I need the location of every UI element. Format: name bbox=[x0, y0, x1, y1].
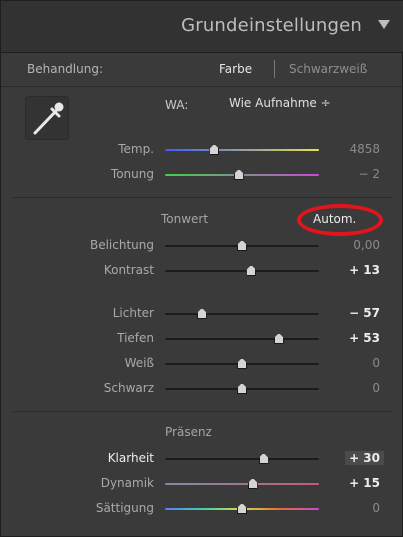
slider-exposure: Belichtung 0,00 bbox=[1, 235, 403, 257]
section-divider bbox=[13, 411, 393, 412]
slider-thumb[interactable] bbox=[237, 240, 247, 251]
slider-value[interactable]: + 15 bbox=[349, 476, 380, 490]
panel-header[interactable]: Grundeinstellungen bbox=[1, 1, 403, 53]
treatment-color-option[interactable]: Farbe bbox=[219, 62, 252, 76]
slider-shadows: Tiefen + 53 bbox=[1, 328, 403, 350]
slider-track[interactable] bbox=[165, 240, 319, 251]
slider-thumb[interactable] bbox=[209, 144, 220, 155]
slider-temp: Temp. 4858 bbox=[1, 139, 403, 161]
slider-thumb[interactable] bbox=[233, 169, 244, 180]
slider-highlights: Lichter − 57 bbox=[1, 303, 403, 325]
slider-label: Sättigung bbox=[95, 501, 154, 515]
slider-value[interactable]: 0,00 bbox=[353, 238, 380, 252]
slider-value[interactable]: 0 bbox=[372, 501, 380, 515]
slider-clarity: Klarheit + 30 bbox=[1, 448, 403, 470]
slider-thumb[interactable] bbox=[273, 333, 284, 344]
slider-track[interactable] bbox=[165, 144, 319, 155]
section-divider bbox=[13, 197, 393, 198]
slider-label: Tonung bbox=[110, 167, 154, 181]
slider-label: Kontrast bbox=[103, 263, 154, 277]
slider-track[interactable] bbox=[165, 383, 319, 394]
slider-value[interactable]: 4858 bbox=[349, 142, 380, 156]
slider-tint: Tonung − 2 bbox=[1, 164, 403, 186]
eyedropper-icon bbox=[33, 102, 64, 135]
slider-label: Temp. bbox=[118, 142, 154, 156]
slider-contrast: Kontrast + 13 bbox=[1, 260, 403, 282]
slider-track[interactable] bbox=[165, 169, 319, 180]
slider-value[interactable]: + 30 bbox=[345, 451, 384, 465]
slider-saturation: Sättigung 0 bbox=[1, 498, 403, 520]
slider-track[interactable] bbox=[165, 478, 319, 489]
slider-thumb[interactable] bbox=[258, 453, 269, 464]
slider-thumb[interactable] bbox=[237, 503, 247, 514]
highlight-circle-annotation bbox=[297, 204, 383, 236]
slider-value[interactable]: + 53 bbox=[349, 331, 380, 345]
slider-label: Klarheit bbox=[107, 451, 154, 465]
slider-thumb[interactable] bbox=[237, 358, 247, 369]
basic-panel: Grundeinstellungen Behandlung: Farbe Sch… bbox=[0, 0, 403, 537]
treatment-label: Behandlung: bbox=[27, 62, 104, 76]
slider-track[interactable] bbox=[165, 308, 319, 319]
slider-value[interactable]: − 57 bbox=[349, 306, 380, 320]
slider-label: Weiß bbox=[124, 356, 154, 370]
slider-thumb[interactable] bbox=[247, 478, 258, 489]
slider-track[interactable] bbox=[165, 503, 319, 514]
white-balance-dropdown[interactable]: Wie Aufnahme ÷ bbox=[227, 96, 333, 114]
tone-section-title: Tonwert bbox=[161, 212, 209, 226]
slider-value[interactable]: − 2 bbox=[358, 167, 380, 181]
slider-track[interactable] bbox=[165, 358, 319, 369]
slider-value[interactable]: + 13 bbox=[349, 263, 380, 277]
white-balance-label: WA: bbox=[165, 98, 189, 112]
slider-label: Lichter bbox=[112, 306, 154, 320]
collapse-triangle-icon[interactable] bbox=[378, 20, 390, 29]
treatment-separator bbox=[274, 60, 275, 78]
slider-track[interactable] bbox=[165, 265, 319, 276]
slider-label: Dynamik bbox=[100, 476, 154, 490]
slider-vibrance: Dynamik + 15 bbox=[1, 473, 403, 495]
slider-blacks: Schwarz 0 bbox=[1, 378, 403, 400]
slider-track[interactable] bbox=[165, 333, 319, 344]
slider-thumb[interactable] bbox=[196, 308, 207, 319]
slider-label: Schwarz bbox=[103, 381, 154, 395]
slider-track[interactable] bbox=[165, 453, 319, 464]
slider-thumb[interactable] bbox=[246, 265, 257, 276]
slider-value[interactable]: 0 bbox=[372, 381, 380, 395]
treatment-bw-option[interactable]: Schwarzweiß bbox=[289, 62, 367, 76]
slider-label: Belichtung bbox=[89, 238, 154, 252]
slider-thumb[interactable] bbox=[237, 383, 247, 394]
presence-section-title: Präsenz bbox=[165, 425, 212, 439]
panel-title: Grundeinstellungen bbox=[181, 15, 362, 36]
slider-value[interactable]: 0 bbox=[372, 356, 380, 370]
slider-label: Tiefen bbox=[117, 331, 154, 345]
treatment-row: Behandlung: Farbe Schwarzweiß bbox=[1, 53, 403, 87]
white-balance-selector-button[interactable] bbox=[25, 96, 69, 140]
slider-whites: Weiß 0 bbox=[1, 353, 403, 375]
